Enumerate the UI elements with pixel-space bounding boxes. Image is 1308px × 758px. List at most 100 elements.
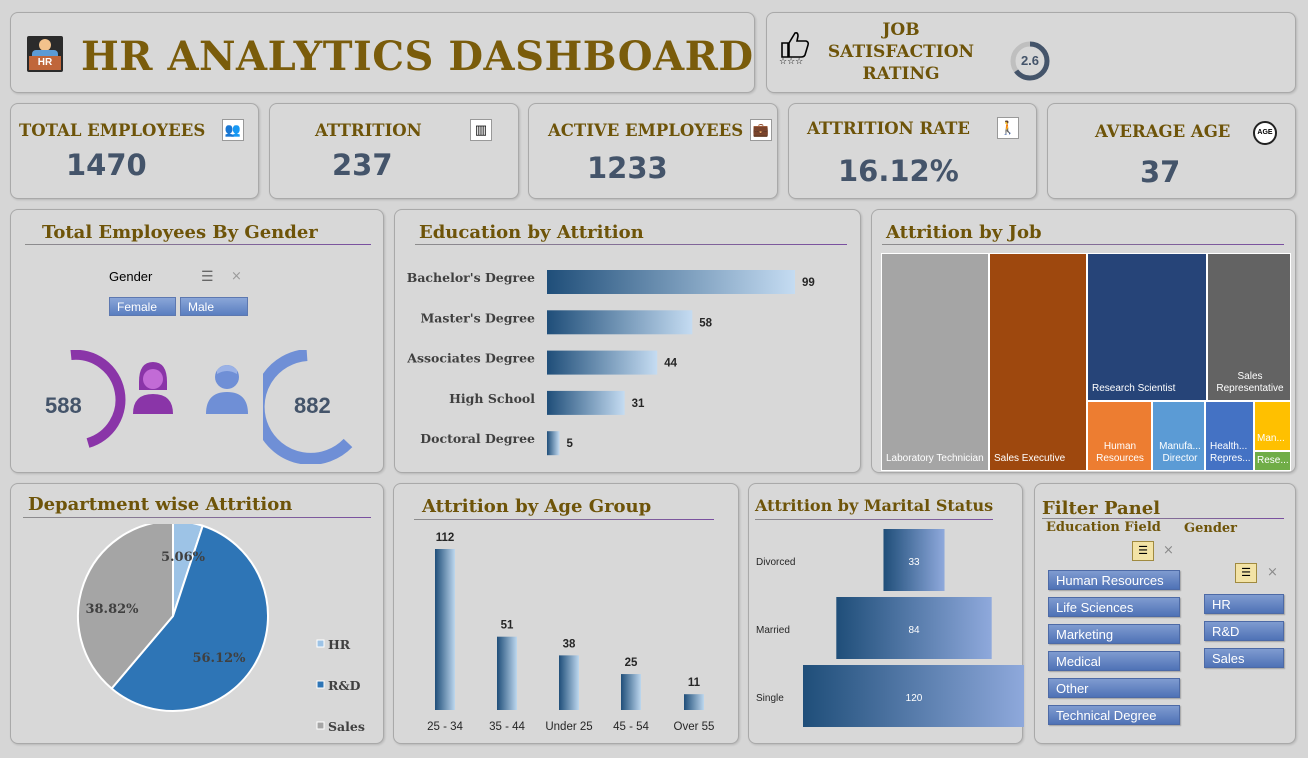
marital-status-chart: 33 Divorced 84 Married 120 Single (756, 529, 1024, 727)
age-icon: AGE (1253, 121, 1277, 145)
panel-title: Attrition by Marital Status (755, 496, 994, 515)
female-icon (133, 362, 173, 414)
treemap-tile-research-scientist[interactable]: Research Scientist (1087, 253, 1207, 401)
pie-data-label: 5.06% (161, 550, 206, 565)
age-bar[interactable] (684, 694, 704, 710)
person-walking-out-icon: 🚶 (997, 117, 1019, 139)
kpi-value: 37 (1140, 155, 1181, 189)
filter-education-life-sciences[interactable]: Life Sciences (1048, 597, 1180, 617)
tile-label: Sales Executive (994, 453, 1066, 464)
age-bar[interactable] (559, 655, 579, 710)
gender-button-female[interactable]: Female (109, 297, 176, 316)
tile-label: Rese... (1257, 455, 1289, 466)
treemap-tile-research-director[interactable]: Rese... (1254, 451, 1291, 471)
gender-filter-label: Gender (1184, 521, 1238, 536)
gender-slicer-label: Gender (109, 269, 153, 284)
age-category-label: 45 - 54 (613, 721, 649, 733)
treemap-tile-laboratory-technician[interactable]: Laboratory Technician (881, 253, 989, 471)
age-value-label: 25 (625, 657, 638, 669)
edu-bar[interactable] (547, 390, 625, 415)
edu-category-label: Master's Degree (420, 310, 535, 325)
treemap-tile-manager[interactable]: Man... (1254, 401, 1291, 451)
age-category-label: 35 - 44 (489, 721, 525, 733)
edu-bar[interactable] (547, 310, 693, 335)
filter-education-human-resources[interactable]: Human Resources (1048, 570, 1180, 590)
tile-label: Sales Representative (1216, 371, 1284, 394)
svg-text:☆☆☆: ☆☆☆ (779, 57, 803, 65)
education-clear-filter-icon[interactable]: ⨯ (1163, 542, 1174, 558)
age-category-label: 25 - 34 (427, 721, 463, 733)
legend-label[interactable]: Sales (328, 719, 365, 734)
kpi-average-age: AVERAGE AGE AGE 37 (1047, 103, 1296, 199)
clear-filter-icon[interactable]: ⨯ (231, 268, 242, 284)
marital-category-label: Married (756, 625, 790, 636)
gender-clear-filter-icon[interactable]: ⨯ (1267, 564, 1278, 580)
kpi-value: 16.12% (838, 154, 959, 188)
treemap-tile-human-resources[interactable]: Human Resources (1087, 401, 1152, 471)
job-satisfaction-value: 2.6 (1020, 53, 1040, 68)
age-value-label: 51 (501, 620, 514, 632)
legend-swatch (316, 680, 325, 689)
multi-select-icon[interactable]: ☰ (201, 268, 214, 285)
male-count: 882 (294, 393, 331, 418)
gender-button-male[interactable]: Male (180, 297, 248, 316)
edu-bar[interactable] (547, 350, 658, 375)
age-category-label: Under 25 (545, 721, 592, 733)
age-category-label: Over 55 (674, 721, 715, 733)
filter-education-medical[interactable]: Medical (1048, 651, 1180, 671)
age-value-label: 38 (563, 638, 576, 650)
age-value-label: 11 (688, 677, 701, 689)
edu-value-label: 99 (802, 277, 815, 289)
filter-education-other[interactable]: Other (1048, 678, 1180, 698)
gender-multi-select-icon[interactable]: ☰ (1235, 563, 1257, 583)
legend-label[interactable]: R&D (328, 678, 361, 693)
job-satisfaction-panel: ☆☆☆ JOB SATISFACTION RATING 2.6 (766, 12, 1296, 93)
title-underline (755, 519, 993, 520)
hr-logo-text: HR (29, 56, 61, 70)
age-bar[interactable] (435, 549, 455, 710)
edu-value-label: 5 (567, 438, 574, 450)
filter-department-hr[interactable]: HR (1204, 594, 1284, 614)
thumbs-up-rating-icon: ☆☆☆ (778, 29, 812, 67)
filter-education-technical-degree[interactable]: Technical Degree (1048, 705, 1180, 725)
treemap-tile-healthcare-representative[interactable]: Health... Repres... (1205, 401, 1254, 471)
filter-department-rd[interactable]: R&D (1204, 621, 1284, 641)
panel-title: Education by Attrition (419, 222, 644, 243)
treemap-tile-sales-representative[interactable]: Sales Representative (1207, 253, 1291, 401)
female-count: 588 (45, 393, 82, 418)
title-underline (1042, 518, 1284, 519)
hr-logo-icon: HR (27, 36, 63, 72)
treemap-tile-sales-executive[interactable]: Sales Executive (989, 253, 1087, 471)
male-icon (206, 365, 248, 414)
tile-label: Man... (1257, 433, 1285, 444)
kpi-label: AVERAGE AGE (1095, 122, 1231, 141)
kpi-total-employees: TOTAL EMPLOYEES 👥 1470 (10, 103, 259, 199)
employee-at-desk-icon: 💼 (750, 119, 772, 141)
js-line2: SATISFACTION (827, 42, 975, 62)
kpi-label: ATTRITION (315, 121, 422, 140)
edu-category-label: Doctoral Degree (420, 431, 535, 446)
dashboard-title: HR ANALYTICS DASHBOARD (81, 33, 754, 80)
kpi-label: ATTRITION RATE (807, 119, 970, 138)
edu-bar[interactable] (547, 431, 560, 456)
header-panel: HR HR ANALYTICS DASHBOARD (10, 12, 755, 93)
title-underline (23, 517, 371, 518)
panel-title: Attrition by Job (886, 222, 1042, 243)
education-multi-select-icon[interactable]: ☰ (1132, 541, 1154, 561)
edu-bar[interactable] (547, 270, 795, 294)
kpi-active-employees: ACTIVE EMPLOYEES 💼 1233 (528, 103, 778, 199)
filter-department-sales[interactable]: Sales (1204, 648, 1284, 668)
treemap-tile-manufacturing-director[interactable]: Manufa... Director (1152, 401, 1205, 471)
title-underline (25, 244, 371, 245)
legend-label[interactable]: HR (328, 637, 351, 652)
declining-bars-icon: ▥ (470, 119, 492, 141)
age-group-chart: 112 25 - 34 51 35 - 44 38 Under 25 25 45 - 54 11… (427, 532, 715, 733)
kpi-value: 237 (332, 148, 393, 182)
js-line3: RATING (862, 64, 940, 84)
filter-education-marketing[interactable]: Marketing (1048, 624, 1180, 644)
panel-title: Total Employees By Gender (42, 222, 318, 243)
legend-swatch (316, 639, 325, 648)
age-bar[interactable] (621, 674, 641, 710)
edu-value-label: 31 (632, 398, 645, 410)
age-bar[interactable] (497, 636, 517, 710)
